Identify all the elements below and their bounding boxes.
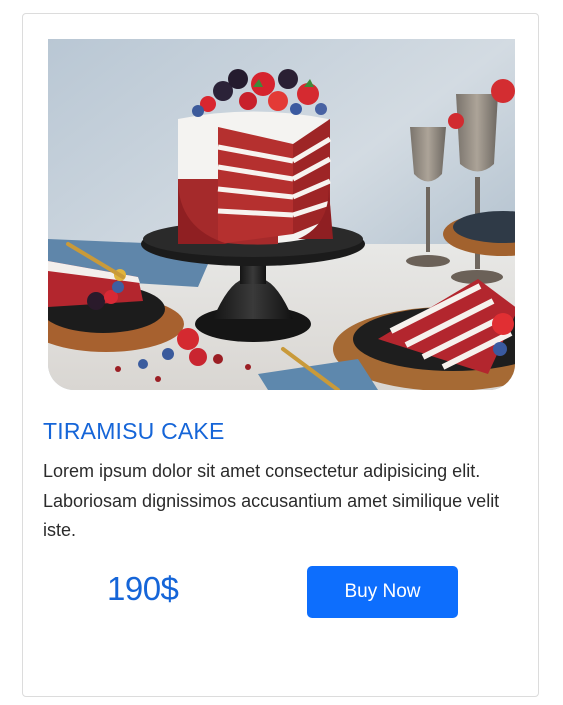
product-card: TIRAMISU CAKE Lorem ipsum dolor sit amet… (22, 13, 539, 697)
buy-now-button[interactable]: Buy Now (307, 566, 458, 618)
product-price: 190$ (107, 570, 179, 607)
cake-photo (48, 39, 515, 390)
product-image (48, 39, 515, 390)
product-title: TIRAMISU CAKE (43, 418, 225, 444)
product-description: Lorem ipsum dolor sit amet consectetur a… (43, 461, 500, 540)
